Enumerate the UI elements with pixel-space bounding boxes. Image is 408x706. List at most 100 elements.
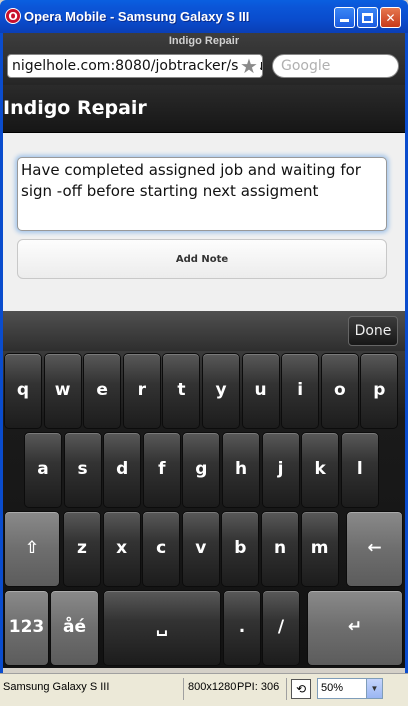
keyboard-toolbar: Done xyxy=(3,311,405,351)
device-name: Samsung Galaxy S III xyxy=(3,681,110,693)
key-s-label: s xyxy=(77,459,88,479)
page-content: Have completed assigned job and waiting … xyxy=(3,133,405,311)
enter-key[interactable]: ↵ xyxy=(307,590,403,666)
key-b[interactable]: b xyxy=(221,511,260,587)
shift-key[interactable]: ⇧ xyxy=(4,511,60,587)
key-w-label: w xyxy=(54,380,71,400)
minimize-icon xyxy=(340,19,349,22)
key-z-label: z xyxy=(77,538,87,558)
key-b-label: b xyxy=(234,538,247,558)
key-n-label: n xyxy=(273,538,287,558)
opera-icon: O xyxy=(5,8,21,24)
browser-page-title: Indigo Repair xyxy=(168,35,240,47)
address-bar[interactable]: nigelhole.com:8080/jobtracker/secu xyxy=(7,54,263,78)
add-note-button[interactable]: Add Note xyxy=(17,239,387,279)
key-slash[interactable]: / xyxy=(262,590,300,666)
space-key[interactable]: ␣ xyxy=(103,590,221,666)
key-g[interactable]: g xyxy=(182,432,221,508)
key-d-label: d xyxy=(116,459,129,479)
key-o-label: o xyxy=(333,380,346,400)
window-title-bar: O Opera Mobile - Samsung Galaxy S III ✕ xyxy=(0,0,408,33)
done-button[interactable]: Done xyxy=(348,316,398,346)
key-y-label: y xyxy=(215,380,227,400)
key-e-label: e xyxy=(96,380,108,400)
key-t-label: t xyxy=(177,380,186,400)
close-button[interactable]: ✕ xyxy=(380,7,401,28)
key-j-label: j xyxy=(277,459,284,479)
ppi-label: PPI: 306 xyxy=(237,681,280,693)
bookmark-star-icon[interactable]: ★ xyxy=(238,55,260,77)
key-period[interactable]: . xyxy=(223,590,261,666)
chevron-down-icon[interactable]: ▼ xyxy=(366,679,382,698)
key-l-label: l xyxy=(356,459,363,479)
key-period-label: . xyxy=(238,617,246,637)
key-r-label: r xyxy=(137,380,146,400)
key-f[interactable]: f xyxy=(142,432,181,508)
space-key-label: ␣ xyxy=(155,617,169,637)
key-t[interactable]: t xyxy=(162,353,201,429)
backspace-key[interactable]: ← xyxy=(346,511,403,587)
accents-key[interactable]: åé xyxy=(50,590,99,666)
search-input[interactable]: Google xyxy=(272,54,399,78)
maximize-icon xyxy=(362,12,373,23)
page-header: Indigo Repair xyxy=(3,85,405,133)
key-a[interactable]: a xyxy=(24,432,62,508)
zoom-value: 50% xyxy=(321,682,344,694)
shift-key-label: ⇧ xyxy=(24,538,40,558)
on-screen-keyboard: Done q w e r t y u i o p a s d f g h j k l ⇧ z x c v b n m ← 123 åé ␣.… xyxy=(3,311,405,668)
key-n[interactable]: n xyxy=(261,511,299,587)
enter-key-label: ↵ xyxy=(347,617,363,637)
key-h[interactable]: h xyxy=(222,432,260,508)
key-x[interactable]: x xyxy=(102,511,141,587)
rotate-icon[interactable]: ⟲ xyxy=(291,679,311,699)
page-title: Indigo Repair xyxy=(3,97,147,119)
key-i[interactable]: i xyxy=(281,353,320,429)
key-i-label: i xyxy=(297,380,304,400)
minimize-button[interactable] xyxy=(334,7,355,28)
key-d[interactable]: d xyxy=(103,432,142,508)
resolution-label: 800x1280 xyxy=(188,681,237,693)
key-v-label: v xyxy=(195,538,207,558)
key-l[interactable]: l xyxy=(340,432,379,508)
key-u[interactable]: u xyxy=(241,353,280,429)
accents-key-label: åé xyxy=(62,617,86,637)
window-title: Opera Mobile - Samsung Galaxy S III xyxy=(24,9,250,24)
emulator-status-bar: Samsung Galaxy S III 800x1280 PPI: 306 ⟲… xyxy=(0,673,408,706)
key-z[interactable]: z xyxy=(63,511,101,587)
key-r[interactable]: r xyxy=(122,353,161,429)
key-c[interactable]: c xyxy=(142,511,181,587)
key-p-label: p xyxy=(373,380,386,400)
browser-toolbar: Indigo Repair nigelhole.com:8080/jobtrac… xyxy=(3,33,405,85)
key-p[interactable]: p xyxy=(360,353,399,429)
numbers-key-label: 123 xyxy=(8,617,45,637)
maximize-button[interactable] xyxy=(357,7,378,28)
key-f-label: f xyxy=(158,459,166,479)
key-j[interactable]: j xyxy=(261,432,300,508)
key-u-label: u xyxy=(254,380,267,400)
zoom-select[interactable]: 50% ▼ xyxy=(317,678,383,699)
key-q[interactable]: q xyxy=(4,353,42,429)
key-g-label: g xyxy=(195,459,208,479)
key-s[interactable]: s xyxy=(63,432,102,508)
key-w[interactable]: w xyxy=(43,353,82,429)
numbers-key[interactable]: 123 xyxy=(4,590,49,666)
status-divider xyxy=(183,678,184,700)
status-divider xyxy=(286,678,287,700)
key-m-label: m xyxy=(310,538,329,558)
key-a-label: a xyxy=(37,459,49,479)
key-k[interactable]: k xyxy=(301,432,340,508)
key-slash-label: / xyxy=(277,617,285,637)
note-textarea[interactable]: Have completed assigned job and waiting … xyxy=(17,157,387,231)
key-q-label: q xyxy=(16,380,30,400)
backspace-key-label: ← xyxy=(367,538,382,558)
key-e[interactable]: e xyxy=(83,353,122,429)
key-k-label: k xyxy=(314,459,326,479)
close-icon: ✕ xyxy=(385,10,396,25)
key-x-label: x xyxy=(116,538,128,558)
key-c-label: c xyxy=(156,538,167,558)
key-m[interactable]: m xyxy=(300,511,339,587)
key-y[interactable]: y xyxy=(202,353,240,429)
key-h-label: h xyxy=(234,459,248,479)
key-v[interactable]: v xyxy=(181,511,220,587)
key-o[interactable]: o xyxy=(320,353,359,429)
